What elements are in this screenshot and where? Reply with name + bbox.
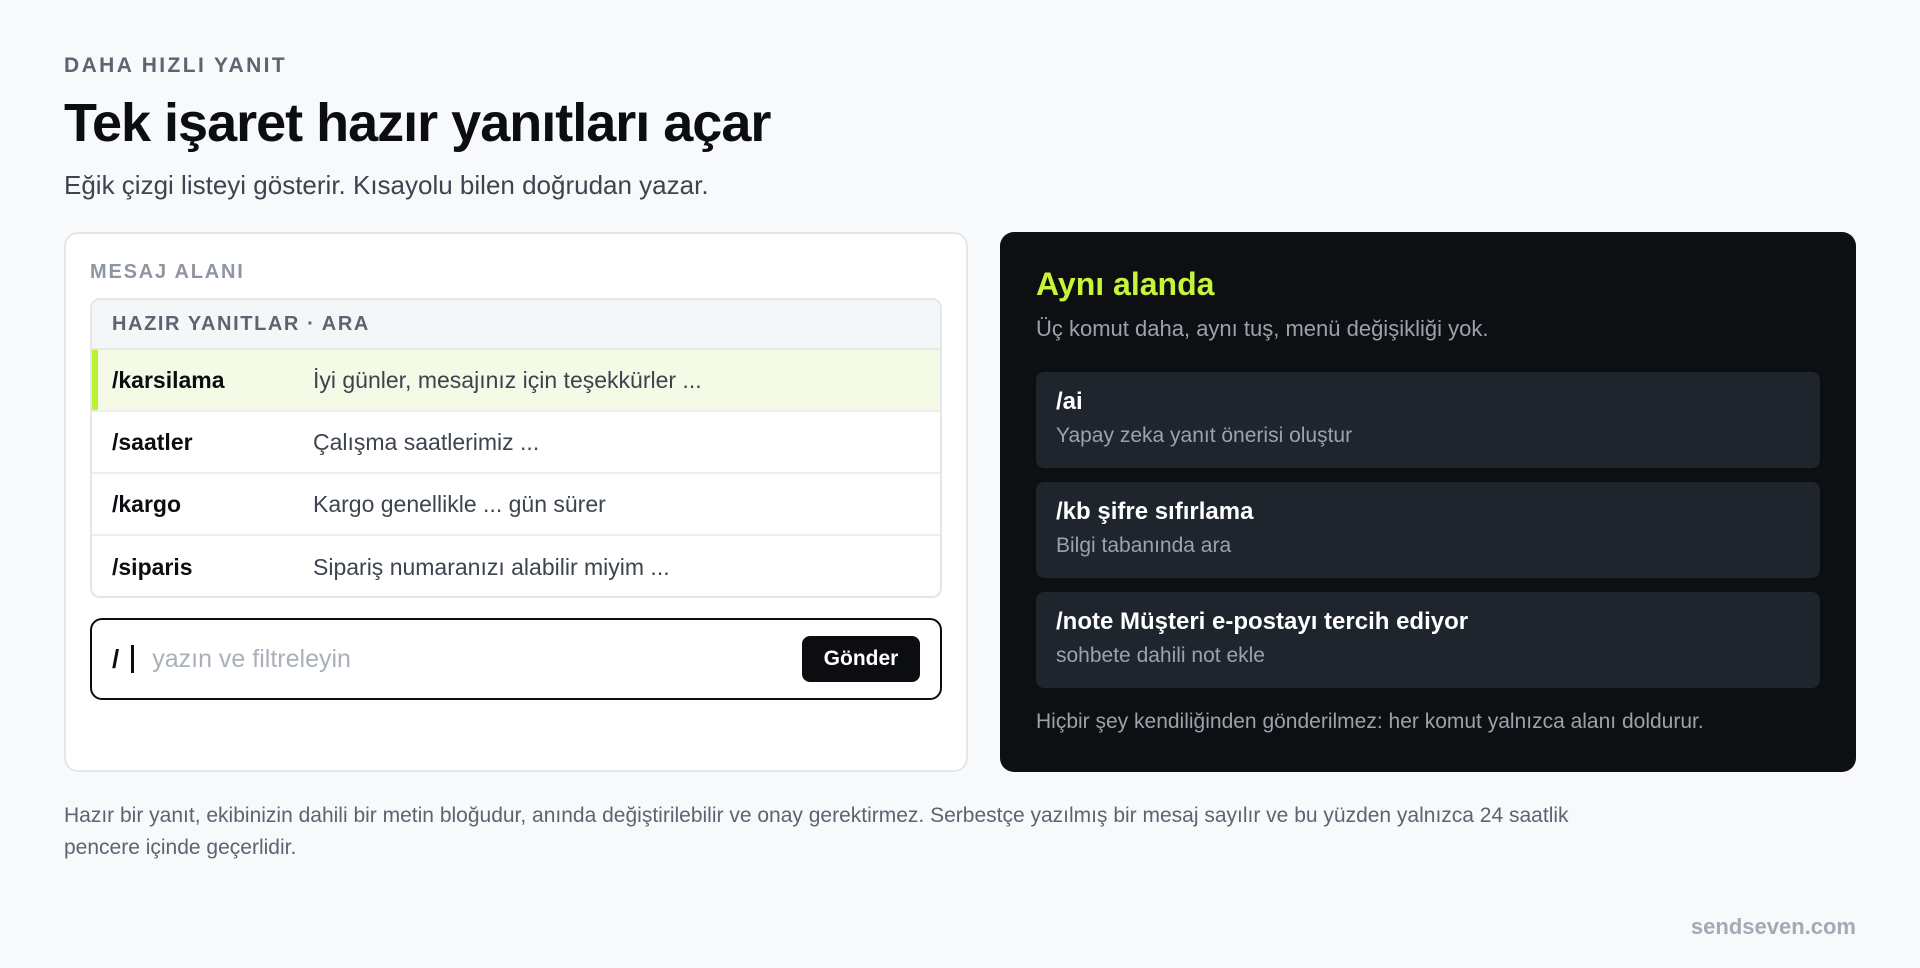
text-caret <box>131 645 135 673</box>
message-area-label: MESAJ ALANI <box>90 261 245 283</box>
page-title: Tek işaret hazır yanıtları açar <box>64 93 771 153</box>
panel-subtitle: Üç komut daha, aynı tuş, menü değişikliğ… <box>1036 316 1489 341</box>
brand-url: sendseven.com <box>1690 914 1856 939</box>
reply-command: /saatler <box>112 428 193 455</box>
reply-row-siparis[interactable]: /siparis Sipariş numaranızı alabilir miy… <box>92 536 940 596</box>
command-name: /ai <box>1056 388 1083 415</box>
message-input[interactable] <box>152 644 802 674</box>
message-area-card: MESAJ ALANI HAZIR YANITLAR · ARA /karsil… <box>64 232 968 772</box>
reply-preview: İyi günler, mesajınız için teşekkürler .… <box>313 366 702 393</box>
command-name: /note Müşteri e-postayı tercih ediyor <box>1056 608 1469 635</box>
command-name: /kb şifre sıfırlama <box>1056 498 1254 525</box>
command-card-kb[interactable]: /kb şifre sıfırlama Bilgi tabanında ara <box>1036 482 1820 578</box>
eyebrow-label: DAHA HIZLI YANIT <box>64 54 288 77</box>
reply-command: /kargo <box>112 490 182 517</box>
reply-row-saatler[interactable]: /saatler Çalışma saatlerimiz ... <box>92 412 940 474</box>
command-description: Yapay zeka yanıt önerisi oluştur <box>1056 424 1353 447</box>
panel-footer-note: Hiçbir şey kendiliğinden gönderilmez: he… <box>1036 710 1704 733</box>
page-subtitle: Eğik çizgi listeyi gösterir. Kısayolu bi… <box>64 170 709 200</box>
reply-preview: Çalışma saatlerimiz ... <box>313 428 540 455</box>
canned-replies-list: HAZIR YANITLAR · ARA /karsilama İyi günl… <box>90 298 942 598</box>
send-button[interactable]: Gönder <box>802 636 920 682</box>
reply-preview: Sipariş numaranızı alabilir miyim ... <box>313 553 670 580</box>
command-description: Bilgi tabanında ara <box>1056 534 1232 557</box>
reply-preview: Kargo genellikle ... gün sürer <box>313 490 606 517</box>
same-field-panel: Aynı alanda Üç komut daha, aynı tuş, men… <box>1000 232 1856 772</box>
slash-prefix: / <box>112 643 120 674</box>
command-description: sohbete dahili not ekle <box>1056 644 1265 667</box>
command-card-ai[interactable]: /ai Yapay zeka yanıt önerisi oluştur <box>1036 372 1820 468</box>
canned-replies-header: HAZIR YANITLAR · ARA <box>92 300 940 350</box>
reply-command: /karsilama <box>112 366 225 393</box>
panel-title: Aynı alanda <box>1036 266 1215 302</box>
reply-command: /siparis <box>112 553 193 580</box>
command-card-note[interactable]: /note Müşteri e-postayı tercih ediyor so… <box>1036 592 1820 688</box>
message-composer: / Gönder <box>90 618 942 700</box>
footnote-text: Hazır bir yanıt, ekibinizin dahili bir m… <box>64 804 1569 859</box>
reply-row-karsilama[interactable]: /karsilama İyi günler, mesajınız için te… <box>92 350 940 412</box>
reply-row-kargo[interactable]: /kargo Kargo genellikle ... gün sürer <box>92 474 940 536</box>
